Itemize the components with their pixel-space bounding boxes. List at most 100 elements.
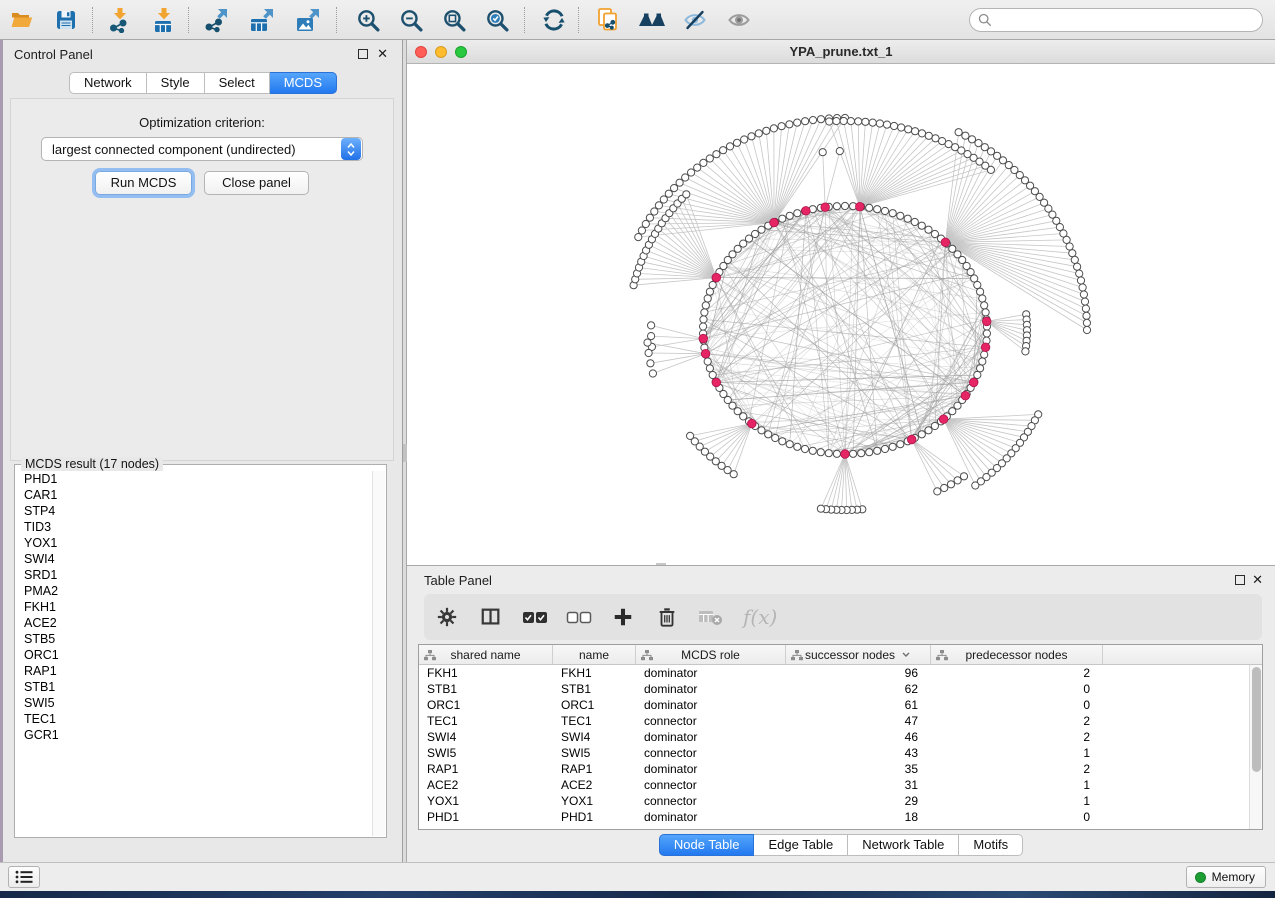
desktop-background [0, 891, 1275, 898]
hide-selected-button[interactable] [679, 5, 711, 35]
tab-network-table[interactable]: Network Table [848, 834, 959, 856]
table-row[interactable]: STB1STB1dominator620 [419, 681, 1262, 697]
column-header-shared-name[interactable]: shared name [419, 645, 553, 664]
open-file-button[interactable] [6, 5, 38, 35]
mcds-list-scrollbar[interactable] [372, 471, 385, 836]
new-network-from-selection-button[interactable] [592, 5, 624, 35]
table-row[interactable]: TEC1TEC1connector472 [419, 713, 1262, 729]
function-icon: f(x) [741, 604, 783, 630]
mcds-result-item[interactable]: STB1 [16, 679, 372, 695]
tab-motifs[interactable]: Motifs [959, 834, 1023, 856]
mcds-result-item[interactable]: SRD1 [16, 567, 372, 583]
close-panel-icon[interactable]: ✕ [377, 46, 388, 62]
table-row[interactable]: YOX1YOX1connector291 [419, 793, 1262, 809]
table-row[interactable]: SWI4SWI4dominator462 [419, 729, 1262, 745]
mcds-result-item[interactable]: SWI4 [16, 551, 372, 567]
cell-successor-nodes: 96 [786, 665, 931, 681]
mcds-result-item[interactable]: ORC1 [16, 647, 372, 663]
cell-successor-nodes: 47 [786, 713, 931, 729]
float-panel-icon[interactable] [358, 49, 368, 59]
search-input[interactable] [998, 13, 1254, 27]
control-panel-title: Control Panel [14, 47, 93, 62]
column-header-MCDS-role[interactable]: MCDS role [636, 645, 786, 664]
column-header-name[interactable]: name [553, 645, 636, 664]
cell-shared-name: ACE2 [419, 777, 553, 793]
cell-shared-name: SWI4 [419, 729, 553, 745]
table-row[interactable]: ORC1ORC1dominator610 [419, 697, 1262, 713]
zoom-out-button[interactable] [395, 5, 427, 35]
close-panel-icon[interactable]: ✕ [1252, 572, 1263, 588]
column-header-successor-nodes[interactable]: successor nodes [786, 645, 931, 664]
mcds-result-item[interactable]: RAP1 [16, 663, 372, 679]
criterion-dropdown[interactable]: largest connected component (undirected) [41, 137, 363, 161]
table-scrollbar[interactable] [1249, 665, 1262, 829]
mcds-result-item[interactable]: FKH1 [16, 599, 372, 615]
mcds-result-item[interactable]: STP4 [16, 503, 372, 519]
node-table[interactable]: shared namenameMCDS rolesuccessor nodesp… [418, 644, 1263, 830]
zoom-in-button[interactable] [352, 5, 384, 35]
first-neighbors-icon [638, 9, 666, 31]
mcds-result-item[interactable]: YOX1 [16, 535, 372, 551]
scrollbar-thumb[interactable] [1252, 667, 1261, 772]
mcds-result-item[interactable]: SWI5 [16, 695, 372, 711]
table-row[interactable]: FKH1FKH1dominator962 [419, 665, 1262, 681]
mcds-result-item[interactable]: STB5 [16, 631, 372, 647]
save-icon [54, 8, 78, 32]
table-row[interactable]: SWI5SWI5connector431 [419, 745, 1262, 761]
zoom-selected-button[interactable] [481, 5, 513, 35]
tab-mcds[interactable]: MCDS [270, 72, 337, 94]
deselect-all-button[interactable] [564, 602, 594, 632]
task-history-button[interactable] [8, 866, 40, 888]
mcds-result-item[interactable]: PMA2 [16, 583, 372, 599]
cell-successor-nodes: 18 [786, 809, 931, 825]
select-all-button[interactable] [520, 602, 550, 632]
deselect-all-icon [566, 608, 592, 626]
close-panel-button[interactable]: Close panel [204, 171, 309, 195]
delete-column-button[interactable] [652, 602, 682, 632]
first-neighbors-button[interactable] [636, 5, 668, 35]
trash-icon [656, 606, 678, 628]
add-column-button[interactable] [608, 602, 638, 632]
import-network-button[interactable] [104, 5, 136, 35]
mcds-result-item[interactable]: CAR1 [16, 487, 372, 503]
table-row[interactable]: ACE2ACE2connector311 [419, 777, 1262, 793]
tab-style[interactable]: Style [147, 72, 205, 94]
mcds-result-item[interactable]: GCR1 [16, 727, 372, 743]
tab-node-table[interactable]: Node Table [659, 834, 755, 856]
network-canvas[interactable] [407, 64, 1275, 565]
settings-gear-button[interactable] [432, 602, 462, 632]
mcds-result-list[interactable]: PHD1CAR1STP4TID3YOX1SWI4SRD1PMA2FKH1ACE2… [16, 471, 372, 836]
export-table-button[interactable] [246, 5, 278, 35]
network-graph[interactable] [407, 64, 1275, 565]
cell-mcds-role: dominator [636, 761, 786, 777]
delete-table-button[interactable] [696, 602, 726, 632]
column-header-predecessor-nodes[interactable]: predecessor nodes [931, 645, 1103, 664]
mcds-result-item[interactable]: PHD1 [16, 471, 372, 487]
table-row[interactable]: RAP1RAP1dominator352 [419, 761, 1262, 777]
cell-name: RAP1 [553, 761, 636, 777]
optimization-criterion-label: Optimization criterion: [11, 115, 393, 130]
tab-edge-table[interactable]: Edge Table [754, 834, 848, 856]
show-all-button[interactable] [723, 5, 755, 35]
table-row[interactable]: PHD1PHD1dominator180 [419, 809, 1262, 825]
refresh-layout-icon [541, 7, 567, 33]
import-table-button[interactable] [148, 5, 180, 35]
cell-mcds-role: connector [636, 745, 786, 761]
refresh-layout-button[interactable] [538, 5, 570, 35]
control-panel-tabs: NetworkStyleSelectMCDS [3, 72, 403, 94]
float-panel-icon[interactable] [1235, 575, 1245, 585]
export-image-button[interactable] [292, 5, 324, 35]
zoom-fit-button[interactable] [438, 5, 470, 35]
export-network-button[interactable] [200, 5, 232, 35]
function-builder-button[interactable]: f(x) [740, 602, 784, 632]
tab-network[interactable]: Network [69, 72, 147, 94]
run-mcds-button[interactable]: Run MCDS [95, 171, 192, 195]
mcds-result-item[interactable]: TID3 [16, 519, 372, 535]
mcds-result-item[interactable]: ACE2 [16, 615, 372, 631]
column-view-button[interactable] [476, 602, 506, 632]
tab-select[interactable]: Select [205, 72, 270, 94]
mcds-result-item[interactable]: TEC1 [16, 711, 372, 727]
save-session-button[interactable] [50, 5, 82, 35]
cell-name: SWI5 [553, 745, 636, 761]
memory-button[interactable]: Memory [1186, 866, 1266, 888]
